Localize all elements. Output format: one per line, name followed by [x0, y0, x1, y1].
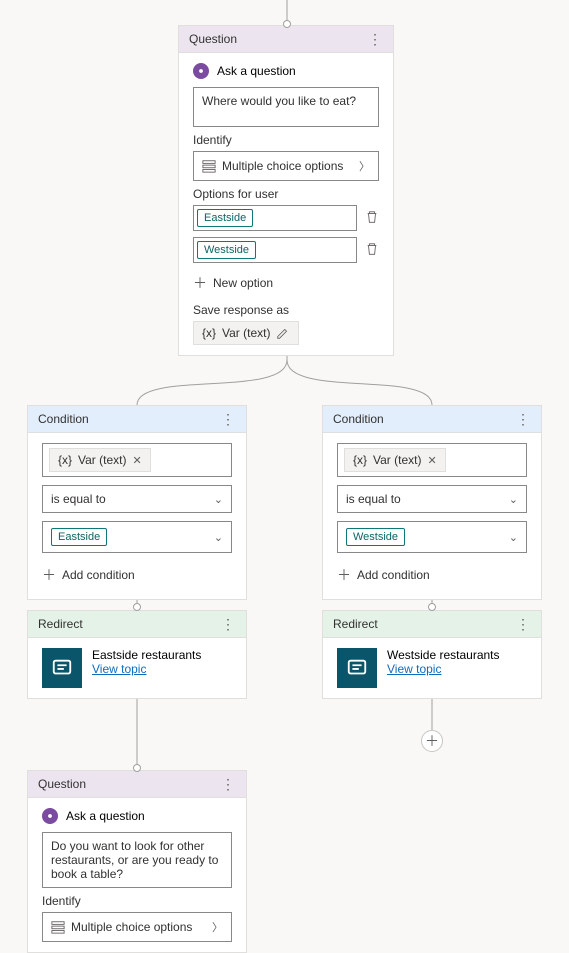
condition-node-2: Condition ⋮ {x} Var (text) ✕ is equal to…: [322, 405, 542, 600]
redirect-topic-name: Eastside restaurants: [92, 648, 201, 662]
more-menu-icon[interactable]: ⋮: [221, 617, 236, 631]
chevron-right-icon: 〉: [359, 158, 370, 174]
add-node-button[interactable]: ＋: [421, 730, 443, 752]
clear-icon[interactable]: ✕: [132, 454, 141, 467]
identify-value: Multiple choice options: [71, 920, 192, 934]
operator-value: is equal to: [51, 492, 106, 506]
variable-name: Var (text): [78, 453, 126, 467]
view-topic-link[interactable]: View topic: [92, 662, 201, 676]
question-prompt-text: Do you want to look for other restaurant…: [51, 839, 218, 881]
question-prompt-text: Where would you like to eat?: [202, 94, 356, 108]
connector-dot: [133, 603, 141, 611]
option-chip-1: Eastside: [197, 209, 253, 227]
add-condition-label: Add condition: [357, 568, 430, 582]
more-menu-icon[interactable]: ⋮: [516, 617, 531, 631]
condition-header: Condition ⋮: [28, 406, 246, 433]
chevron-down-icon: ⌄: [214, 531, 223, 544]
variable-chip[interactable]: {x} Var (text): [193, 321, 299, 345]
option-input-1[interactable]: Eastside: [193, 205, 357, 231]
delete-icon[interactable]: [365, 242, 379, 259]
chevron-right-icon: 〉: [212, 919, 223, 935]
question-icon: [42, 808, 58, 824]
question-node-2: Question ⋮ Ask a question Do you want to…: [27, 770, 247, 953]
identify-select[interactable]: Multiple choice options 〉: [193, 151, 379, 181]
edit-icon[interactable]: [276, 326, 290, 340]
condition-variable-input[interactable]: {x} Var (text) ✕: [337, 443, 527, 477]
redirect-title: Redirect: [38, 617, 83, 631]
option-chip-2: Westside: [197, 241, 256, 259]
ask-question-label: Ask a question: [217, 64, 296, 78]
save-response-label: Save response as: [193, 303, 379, 317]
question-header: Question ⋮: [179, 26, 393, 53]
question-prompt-input[interactable]: Do you want to look for other restaurant…: [42, 832, 232, 888]
add-condition-button[interactable]: ＋ Add condition: [337, 561, 527, 589]
condition-variable-input[interactable]: {x} Var (text) ✕: [42, 443, 232, 477]
connector-dot: [428, 603, 436, 611]
ask-question-label: Ask a question: [66, 809, 145, 823]
redirect-node-1: Redirect ⋮ Eastside restaurants View top…: [27, 610, 247, 699]
question-node-1: Question ⋮ Ask a question Where would yo…: [178, 25, 394, 356]
redirect-topic-name: Westside restaurants: [387, 648, 500, 662]
question-title: Question: [189, 32, 237, 46]
condition-node-1: Condition ⋮ {x} Var (text) ✕ is equal to…: [27, 405, 247, 600]
chevron-down-icon: ⌄: [509, 493, 518, 506]
new-option-button[interactable]: ＋ New option: [193, 269, 379, 297]
redirect-header: Redirect ⋮: [28, 611, 246, 638]
value-chip: Eastside: [51, 528, 107, 546]
topic-icon: [42, 648, 82, 688]
question-icon: [193, 63, 209, 79]
variable-brace-icon: {x}: [202, 326, 216, 340]
topic-icon: [337, 648, 377, 688]
list-icon: [51, 920, 65, 934]
plus-icon: ＋: [337, 565, 351, 585]
new-option-label: New option: [213, 276, 273, 290]
add-condition-label: Add condition: [62, 568, 135, 582]
question-title: Question: [38, 777, 86, 791]
redirect-title: Redirect: [333, 617, 378, 631]
variable-name: Var (text): [222, 326, 270, 340]
question-prompt-input[interactable]: Where would you like to eat?: [193, 87, 379, 127]
connector-dot: [283, 20, 291, 28]
chevron-down-icon: ⌄: [214, 493, 223, 506]
more-menu-icon[interactable]: ⋮: [221, 777, 236, 791]
add-condition-button[interactable]: ＋ Add condition: [42, 561, 232, 589]
connector-dot: [133, 764, 141, 772]
variable-name: Var (text): [373, 453, 421, 467]
question-header: Question ⋮: [28, 771, 246, 798]
value-chip: Westside: [346, 528, 405, 546]
operator-select[interactable]: is equal to ⌄: [337, 485, 527, 513]
operator-value: is equal to: [346, 492, 401, 506]
operator-select[interactable]: is equal to ⌄: [42, 485, 232, 513]
delete-icon[interactable]: [365, 210, 379, 227]
option-input-2[interactable]: Westside: [193, 237, 357, 263]
identify-select[interactable]: Multiple choice options 〉: [42, 912, 232, 942]
redirect-node-2: Redirect ⋮ Westside restaurants View top…: [322, 610, 542, 699]
condition-header: Condition ⋮: [323, 406, 541, 433]
redirect-header: Redirect ⋮: [323, 611, 541, 638]
value-select[interactable]: Eastside ⌄: [42, 521, 232, 553]
identify-label: Identify: [193, 133, 379, 147]
identify-value: Multiple choice options: [222, 159, 343, 173]
condition-title: Condition: [38, 412, 89, 426]
clear-icon[interactable]: ✕: [427, 454, 436, 467]
chevron-down-icon: ⌄: [509, 531, 518, 544]
variable-brace-icon: {x}: [58, 453, 72, 467]
list-icon: [202, 159, 216, 173]
more-menu-icon[interactable]: ⋮: [221, 412, 236, 426]
ask-question-row: Ask a question: [193, 63, 379, 79]
variable-chip: {x} Var (text) ✕: [49, 448, 151, 472]
ask-question-row: Ask a question: [42, 808, 232, 824]
condition-title: Condition: [333, 412, 384, 426]
more-menu-icon[interactable]: ⋮: [368, 32, 383, 46]
options-label: Options for user: [193, 187, 379, 201]
plus-icon: ＋: [42, 565, 56, 585]
more-menu-icon[interactable]: ⋮: [516, 412, 531, 426]
value-select[interactable]: Westside ⌄: [337, 521, 527, 553]
identify-label: Identify: [42, 894, 232, 908]
view-topic-link[interactable]: View topic: [387, 662, 500, 676]
plus-icon: ＋: [193, 273, 207, 293]
variable-brace-icon: {x}: [353, 453, 367, 467]
variable-chip: {x} Var (text) ✕: [344, 448, 446, 472]
